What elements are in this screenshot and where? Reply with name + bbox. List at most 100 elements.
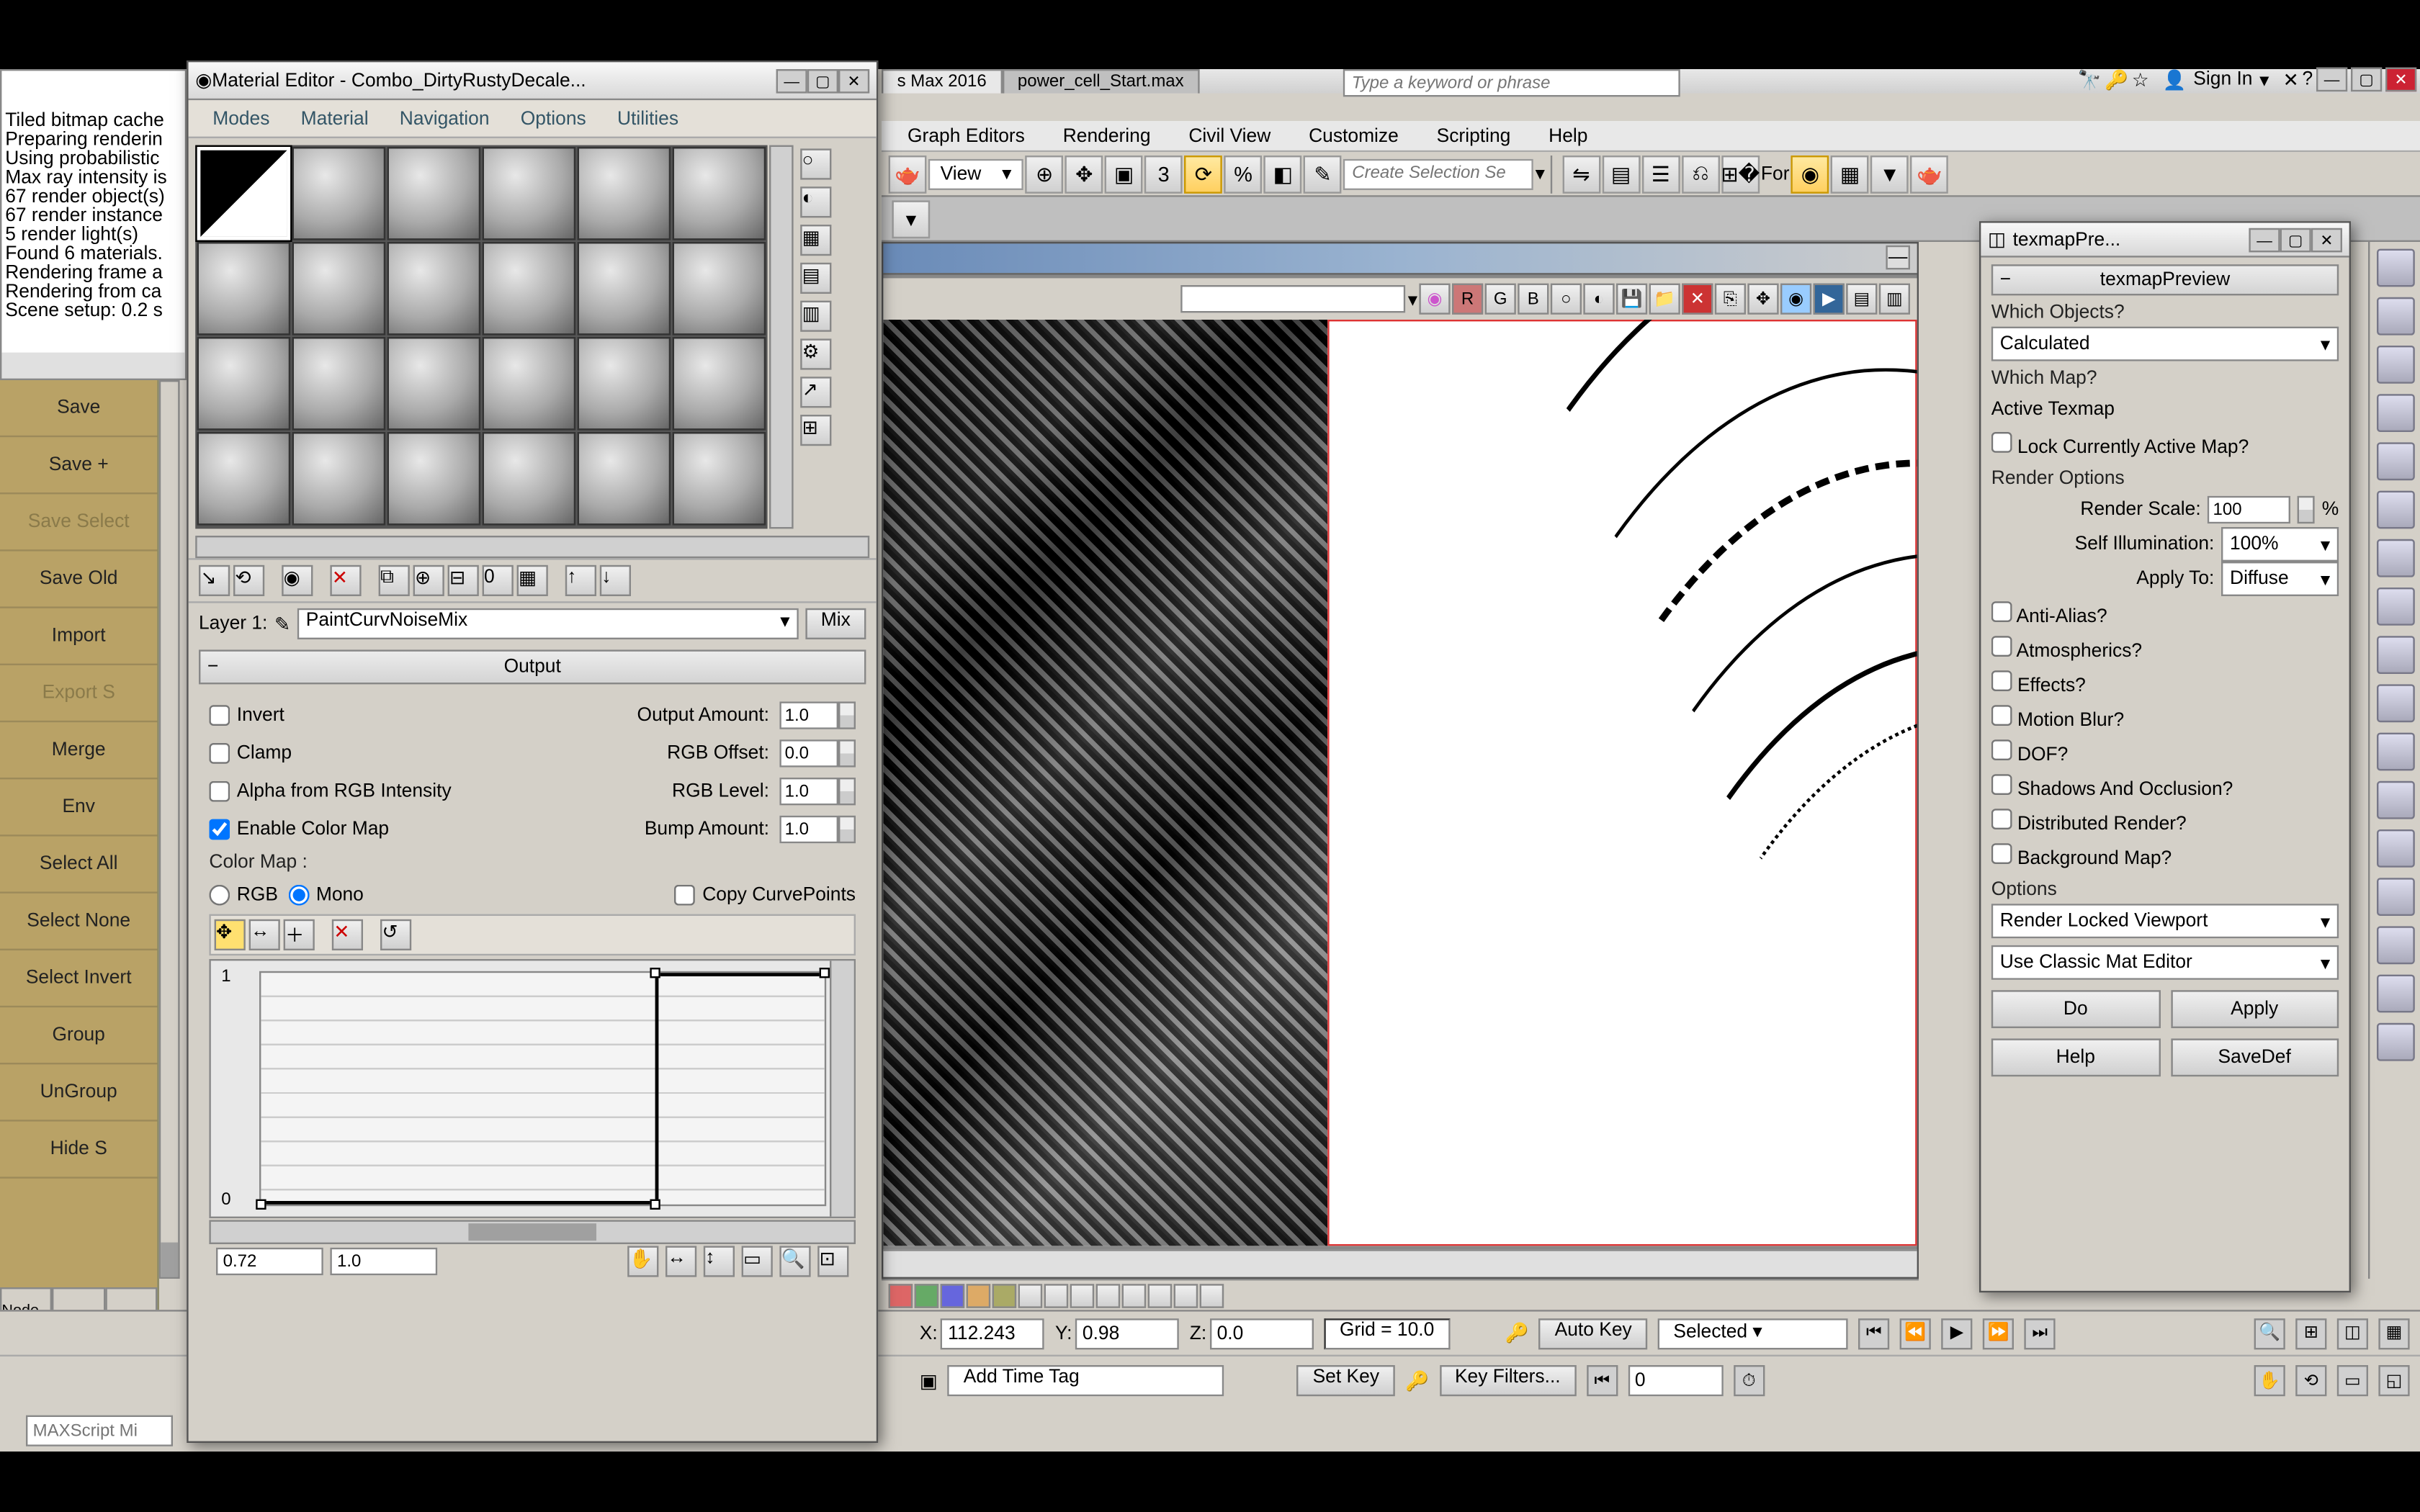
material-slot[interactable] xyxy=(483,432,576,526)
cp-rect-icon[interactable] xyxy=(2376,878,2414,916)
infocenter-key-icon[interactable]: 🔑 xyxy=(2105,68,2128,91)
material-slot[interactable] xyxy=(197,147,291,240)
time-config-icon[interactable]: ⏱ xyxy=(1734,1365,1765,1396)
y-input[interactable] xyxy=(1075,1318,1179,1349)
cv-pan-icon[interactable]: ✋ xyxy=(627,1246,658,1277)
viewport-mode-dropdown[interactable]: Render Locked Viewport▾ xyxy=(1991,904,2339,938)
bs-5[interactable] xyxy=(992,1283,1017,1308)
curve-x-input[interactable] xyxy=(216,1248,323,1275)
vp-b-icon[interactable]: B xyxy=(1518,284,1549,315)
material-slot[interactable] xyxy=(673,242,766,336)
curve-point[interactable] xyxy=(820,968,830,978)
tb-material-editor-icon[interactable]: ◉ xyxy=(1791,155,1829,193)
cp-line-icon[interactable] xyxy=(2376,781,2414,819)
window-close[interactable]: ✕ xyxy=(2385,68,2416,92)
cmd-env[interactable]: Env xyxy=(0,779,157,836)
me-sample-type-icon[interactable]: ○ xyxy=(800,148,831,179)
me-show-map-icon[interactable]: ▦ xyxy=(517,565,548,596)
vp-region-icon[interactable]: ✥ xyxy=(1747,284,1778,315)
vp-zoom-icon[interactable]: 🔍 xyxy=(2254,1318,2285,1349)
vp-circle2-icon[interactable]: ◐ xyxy=(1583,284,1614,315)
cp-box-icon[interactable] xyxy=(2376,346,2414,384)
cp-grid-icon[interactable] xyxy=(2376,588,2414,626)
effects-checkbox[interactable]: Effects? xyxy=(1991,670,2086,696)
cv-zoom-region-icon[interactable]: ⊡ xyxy=(817,1246,848,1277)
tm-minimize[interactable]: — xyxy=(2249,228,2280,252)
vp-zoom-ext-icon[interactable]: ▦ xyxy=(2378,1318,2409,1349)
vp-world-icon[interactable]: ◉ xyxy=(1419,284,1450,315)
material-slot[interactable] xyxy=(197,432,291,526)
bs-3[interactable] xyxy=(941,1283,965,1308)
menu-rendering[interactable]: Rendering xyxy=(1047,124,1166,148)
me-get-mat-icon[interactable]: ↘ xyxy=(199,565,230,596)
tb-constrain-icon[interactable]: ▣ xyxy=(1105,155,1143,193)
copy-curvepoints-checkbox[interactable]: Copy CurvePoints xyxy=(675,885,856,906)
vp-highlight-icon[interactable]: ◉ xyxy=(1780,284,1811,315)
cv-move-icon[interactable]: ✥ xyxy=(215,919,246,950)
render-scale-input[interactable] xyxy=(2208,496,2290,523)
tb-snap3-icon[interactable]: 3 xyxy=(1144,155,1183,193)
vp-maxmin-icon[interactable]: ▭ xyxy=(2337,1365,2368,1396)
rgb-offset-input[interactable] xyxy=(779,739,838,767)
material-slot[interactable] xyxy=(387,147,481,240)
vp-delete-icon[interactable]: ✕ xyxy=(1682,284,1713,315)
cv-add-pt-icon[interactable]: ＋ xyxy=(284,919,315,950)
viewport-canvas[interactable]: ↖ xyxy=(883,320,1917,1246)
cmd-save-plus[interactable]: Save + xyxy=(0,437,157,494)
vp-dropdown[interactable] xyxy=(1181,285,1406,312)
viewport-minimize-icon[interactable]: — xyxy=(1886,246,1910,270)
cp-target-icon[interactable] xyxy=(2376,926,2414,964)
me-menu-utilities[interactable]: Utilities xyxy=(604,107,692,131)
tb-align-icon[interactable]: ▤ xyxy=(1602,155,1640,193)
material-slot[interactable] xyxy=(387,432,481,526)
me-put-mat-icon[interactable]: ⟲ xyxy=(233,565,264,596)
tb-pivot-icon[interactable]: ⊕ xyxy=(1026,155,1064,193)
vp-zoom-all-icon[interactable]: ⊞ xyxy=(2295,1318,2326,1349)
spinner-icon[interactable] xyxy=(838,701,856,729)
material-slot[interactable] xyxy=(197,337,291,431)
anti-alias-checkbox[interactable]: Anti-Alias? xyxy=(1991,600,2107,626)
slot-vscroll[interactable] xyxy=(769,145,794,529)
me-uv-icon[interactable]: ▤ xyxy=(800,263,831,294)
output-rollup-header[interactable]: −Output xyxy=(199,649,866,684)
cv-zoom-v-icon[interactable]: ↕ xyxy=(704,1246,735,1277)
window-minimize[interactable]: — xyxy=(2316,68,2347,92)
material-slot[interactable] xyxy=(292,242,386,336)
vp-max-toggle-icon[interactable]: ◱ xyxy=(2378,1365,2409,1396)
add-time-tag[interactable]: Add Time Tag xyxy=(948,1365,1224,1396)
tm-rollup-header[interactable]: −texmapPreview xyxy=(1991,264,2339,295)
me-make-copy-icon[interactable]: ⧉ xyxy=(379,565,410,596)
cmd-merge[interactable]: Merge xyxy=(0,722,157,779)
savedef-button[interactable]: SaveDef xyxy=(2170,1038,2339,1076)
enable-colormap-checkbox[interactable]: Enable Color Map xyxy=(209,819,389,840)
cmd-import[interactable]: Import xyxy=(0,608,157,665)
cmd-select-none[interactable]: Select None xyxy=(0,894,157,950)
lock-map-checkbox[interactable]: Lock Currently Active Map? xyxy=(1991,431,2249,457)
material-slot[interactable] xyxy=(578,147,671,240)
menu-scripting[interactable]: Scripting xyxy=(1421,124,1526,148)
me-menu-navigation[interactable]: Navigation xyxy=(386,107,503,131)
tm-close[interactable]: ✕ xyxy=(2311,228,2342,252)
me-go-parent-icon[interactable]: ↑ xyxy=(565,565,596,596)
auto-key-button[interactable]: Auto Key xyxy=(1539,1318,1647,1349)
tb-teapot-icon[interactable]: 🫖 xyxy=(889,155,927,193)
cv-zoom-h-icon[interactable]: ↔ xyxy=(666,1246,696,1277)
vp-g-icon[interactable]: G xyxy=(1485,284,1516,315)
tb-render-icon[interactable]: 🫖 xyxy=(1911,155,1949,193)
spinner-icon[interactable] xyxy=(838,739,856,767)
shadows-checkbox[interactable]: Shadows And Occlusion? xyxy=(1991,773,2233,799)
set-key-button[interactable]: Set Key xyxy=(1297,1365,1395,1396)
cmd-save[interactable]: Save xyxy=(0,380,157,437)
qb-dropdown-icon[interactable]: ▾ xyxy=(892,199,930,238)
cv-move-h-icon[interactable]: ↔ xyxy=(249,919,280,950)
vp-mono2-icon[interactable]: ▥ xyxy=(1879,284,1910,315)
atmospherics-checkbox[interactable]: Atmospherics? xyxy=(1991,635,2142,661)
slot-hscroll[interactable] xyxy=(195,536,869,558)
me-assign-icon[interactable]: ◉ xyxy=(282,565,313,596)
curve-hscroll[interactable] xyxy=(209,1220,856,1244)
bs-11[interactable] xyxy=(1148,1283,1173,1308)
material-slot[interactable] xyxy=(578,432,671,526)
output-amount-input[interactable] xyxy=(779,701,838,729)
cp-geosphere-icon[interactable] xyxy=(2376,297,2414,336)
material-slot[interactable] xyxy=(673,337,766,431)
